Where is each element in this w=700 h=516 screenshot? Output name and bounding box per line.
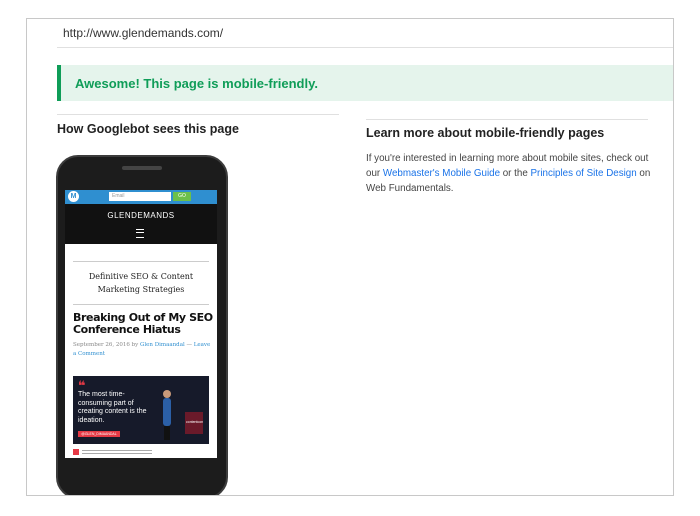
post-meta-separator: — xyxy=(184,342,194,348)
banner-message: Awesome! This page is mobile-friendly. xyxy=(75,76,318,91)
speaker-figure-legs xyxy=(164,426,170,440)
page-frame: http://www.glendemands.com/ Awesome! Thi… xyxy=(26,18,674,496)
site-divider-bottom xyxy=(73,304,209,305)
googlebot-view-heading: How Googlebot sees this page xyxy=(57,122,239,136)
learn-more-text: If you're interested in learning more ab… xyxy=(366,151,651,196)
speaker-figure-body xyxy=(163,398,171,426)
phone-preview: M Email GO GLENDEMANDS Definitive SEO & … xyxy=(56,155,228,495)
post-footer xyxy=(73,448,209,456)
post-featured-image: ❝ The most time-consuming part of creati… xyxy=(73,376,209,444)
footer-text-lines xyxy=(82,450,152,454)
site-brand: GLENDEMANDS xyxy=(107,211,175,220)
image-handle-tag: @GLEN_DIMAANDAL xyxy=(78,431,120,437)
site-search-input: Email xyxy=(109,192,171,201)
image-quote: The most time-consuming part of creating… xyxy=(78,391,147,424)
site-go-button: GO xyxy=(173,192,191,201)
site-tagline: Definitive SEO & Content Marketing Strat… xyxy=(88,272,194,294)
mobile-friendly-banner: Awesome! This page is mobile-friendly. xyxy=(57,65,673,101)
learn-more-text-middle: or the xyxy=(500,168,531,179)
post-meta: September 26, 2016 by Glen Dimaandal — L… xyxy=(73,341,213,359)
phone-screen: M Email GO GLENDEMANDS Definitive SEO & … xyxy=(65,190,217,458)
footer-icon xyxy=(73,449,79,455)
speaker-figure-head xyxy=(163,390,171,398)
learn-more-heading: Learn more about mobile-friendly pages xyxy=(366,126,605,140)
url-text: http://www.glendemands.com/ xyxy=(63,26,224,40)
left-divider xyxy=(57,114,339,115)
right-divider xyxy=(366,119,648,120)
site-divider-top xyxy=(73,261,209,262)
phone-speaker xyxy=(122,166,162,170)
post-date: September 26, 2016 by xyxy=(73,342,140,348)
site-header: GLENDEMANDS xyxy=(65,204,217,244)
stage-label: contentcon xyxy=(186,420,204,424)
hamburger-menu-icon xyxy=(136,229,144,238)
site-topbar: M Email GO xyxy=(65,190,217,204)
post-title: Breaking Out of My SEO Conference Hiatus xyxy=(73,311,213,336)
url-bar[interactable]: http://www.glendemands.com/ xyxy=(57,25,673,48)
site-logo-icon: M xyxy=(68,191,79,202)
post-author: Glen Dimaandal xyxy=(140,342,185,348)
principles-of-site-design-link[interactable]: Principles of Site Design xyxy=(531,168,637,179)
webmasters-mobile-guide-link[interactable]: Webmaster's Mobile Guide xyxy=(383,168,500,179)
